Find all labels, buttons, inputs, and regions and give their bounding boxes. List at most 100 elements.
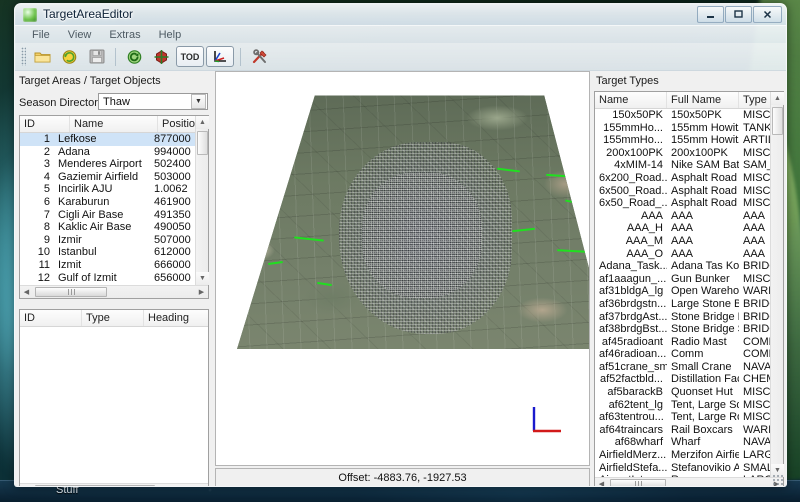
table-row[interactable]: AAA_H AAA AAA <box>595 222 783 235</box>
column-header-name[interactable]: Name <box>70 116 158 132</box>
tod-button[interactable]: TOD <box>176 46 204 67</box>
target-areas-hscrollbar[interactable]: ◀ ▶ <box>20 285 208 298</box>
season-directory-select[interactable]: Thaw ▼ <box>98 93 208 110</box>
table-row[interactable]: af5barackB Quonset Hut MISC <box>595 386 783 399</box>
table-row[interactable]: 4xMIM-14 Nike SAM Battery SAM_L <box>595 159 783 172</box>
table-row[interactable]: af52factbld... Distillation Facil... CHEM <box>595 373 783 386</box>
scroll-left-icon[interactable]: ◀ <box>20 484 33 486</box>
vscroll-thumb[interactable] <box>197 131 208 155</box>
column-header-tt-fullname[interactable]: Full Name <box>667 92 739 108</box>
save-button[interactable] <box>84 45 109 69</box>
close-button[interactable] <box>753 6 782 23</box>
table-row[interactable]: 1 Lefkose 877000 <box>20 133 208 146</box>
table-row[interactable]: af68wharf Wharf NAVAL <box>595 436 783 449</box>
table-row[interactable]: 3 Menderes Airport 502400 <box>20 158 208 171</box>
hscroll-thumb[interactable] <box>35 287 107 297</box>
table-row[interactable]: 10 Istanbul 612000 <box>20 246 208 259</box>
table-row-cell-full_name: Small Crane <box>671 360 732 373</box>
table-row-cell-name: AAA_O <box>626 247 663 260</box>
table-row[interactable]: 8 Kaklic Air Base 490050 <box>20 221 208 234</box>
table-row[interactable]: af45radioant Radio Mast COMM <box>595 336 783 349</box>
minimize-button[interactable] <box>697 6 724 23</box>
table-row[interactable]: AirfieldStefa... Stefanovikio Air... SMALL <box>595 462 783 475</box>
table-row[interactable]: 155mmHo... 155mm Howitzer ARTILL <box>595 134 783 147</box>
table-row[interactable]: af46radioan... Comm COMM <box>595 348 783 361</box>
table-row[interactable]: 6x200_Road... Asphalt Road MISC <box>595 172 783 185</box>
column-header-obj-id[interactable]: ID <box>20 310 82 326</box>
target-areas-vscrollbar[interactable]: ▲ ▼ <box>195 116 209 285</box>
table-row[interactable]: 200x100PK 200x100PK MISC <box>595 147 783 160</box>
table-row-cell-position: 507000 <box>154 233 191 246</box>
open-folder-button[interactable] <box>30 45 55 69</box>
table-row[interactable]: 6x50_Road_... Asphalt Road MISC <box>595 197 783 210</box>
table-row[interactable]: Adana_Task... Adana Tas Kopru BRIDG <box>595 260 783 273</box>
scroll-right-icon[interactable]: ▶ <box>195 286 208 298</box>
reload-button[interactable] <box>57 45 82 69</box>
table-row-cell-position: 877000 <box>154 133 191 145</box>
scroll-left-icon[interactable]: ◀ <box>595 478 608 486</box>
table-row[interactable]: af31bldgA_lg Open Warehouse WAREH <box>595 285 783 298</box>
target-types-vscrollbar[interactable]: ▲ ▼ <box>770 92 784 477</box>
vscroll-thumb[interactable] <box>772 107 783 135</box>
table-row[interactable]: AirfieldMerz... Merzifon Airfield LARGE <box>595 449 783 462</box>
table-row[interactable]: af38brdgBst... Stone Bridge Sp... BRIDG <box>595 323 783 336</box>
scroll-up-icon[interactable]: ▲ <box>196 116 209 129</box>
hscroll-thumb[interactable] <box>35 485 155 486</box>
table-row-cell-full_name: AAA <box>671 209 694 222</box>
scroll-left-icon[interactable]: ◀ <box>20 286 33 298</box>
table-row[interactable]: af36brdgstn... Large Stone Bri... BRIDG <box>595 298 783 311</box>
menu-item-extras[interactable]: Extras <box>100 28 149 42</box>
column-header-id[interactable]: ID <box>20 116 70 132</box>
table-row[interactable]: 7 Cigli Air Base 491350 <box>20 209 208 222</box>
scroll-right-icon[interactable]: ▶ <box>195 484 208 486</box>
target-areas-group-label: Target Areas / Target Objects <box>19 75 161 87</box>
import-button[interactable] <box>122 45 147 69</box>
table-row[interactable]: 2 Adana 994000 <box>20 146 208 159</box>
table-row[interactable]: 5 Incirlik AJU 1.0062 <box>20 183 208 196</box>
table-row[interactable]: AAA_O AAA AAA <box>595 248 783 261</box>
target-objects-hscrollbar[interactable]: ◀ ▶ <box>20 483 208 486</box>
toolbar-grip[interactable] <box>21 47 26 66</box>
menu-item-file[interactable]: File <box>23 28 59 42</box>
table-row[interactable]: AAA_M AAA AAA <box>595 235 783 248</box>
hscroll-thumb[interactable] <box>610 479 666 486</box>
table-row[interactable]: af1aaagun_... Gun Bunker MISC <box>595 273 783 286</box>
column-header-obj-type[interactable]: Type <box>82 310 144 326</box>
column-header-obj-heading[interactable]: Heading <box>144 310 206 326</box>
maximize-button[interactable] <box>725 6 752 23</box>
table-row[interactable]: af37brdgAst... Stone Bridge Ra... BRIDG <box>595 311 783 324</box>
table-row[interactable]: 150x50PK 150x50PK MISC <box>595 109 783 122</box>
table-row-cell-name: af62tent_lg <box>608 398 663 411</box>
table-row[interactable]: AAA AAA AAA <box>595 210 783 223</box>
green-arrow-circle-icon <box>127 49 142 64</box>
tools-button[interactable] <box>247 45 272 69</box>
table-row[interactable]: 11 Izmit 666000 <box>20 259 208 272</box>
terrain-quad[interactable] <box>237 95 589 349</box>
resize-grip[interactable] <box>772 474 784 486</box>
chevron-down-icon[interactable]: ▼ <box>191 94 206 109</box>
table-row[interactable]: af51crane_sm Small Crane NAVAL <box>595 361 783 374</box>
object-button[interactable] <box>149 45 174 69</box>
target-areas-list[interactable]: ID Name Position 1 Lefkose 877000 2 Adana 994… <box>19 115 209 299</box>
table-row[interactable]: 155mmHo... 155mm Howitzer TANK <box>595 122 783 135</box>
scroll-down-icon[interactable]: ▼ <box>196 272 209 285</box>
menu-item-help[interactable]: Help <box>150 28 191 42</box>
table-row[interactable]: 12 Gulf of Izmit 656000 <box>20 272 208 285</box>
table-row[interactable]: 9 Izmir 507000 <box>20 234 208 247</box>
menu-item-view[interactable]: View <box>59 28 101 42</box>
target-types-hscrollbar[interactable]: ◀ ▶ <box>595 477 783 486</box>
table-row[interactable]: 4 Gaziemir Airfield 503000 <box>20 171 208 184</box>
table-row[interactable]: af62tent_lg Tent, Large Squ... MISC <box>595 399 783 412</box>
target-objects-list[interactable]: ID Type Heading ◀ ▶ <box>19 309 209 486</box>
toolbar: TOD <box>15 43 786 71</box>
axis-view-button[interactable] <box>206 46 234 67</box>
table-row[interactable]: af63tentrou... Tent, Large Rou... MISC <box>595 411 783 424</box>
scroll-up-icon[interactable]: ▲ <box>771 92 784 105</box>
table-row[interactable]: 6x500_Road... Asphalt Road MISC <box>595 185 783 198</box>
table-row[interactable]: 6 Karaburun 461900 <box>20 196 208 209</box>
column-header-tt-name[interactable]: Name <box>595 92 667 108</box>
table-row[interactable]: af64traincars Rail Boxcars WAREH <box>595 424 783 437</box>
column-header-tt-type[interactable]: Type <box>739 92 771 108</box>
terrain-3d-view[interactable] <box>215 71 590 466</box>
target-types-list[interactable]: Name Full Name Type 150x50PK 150x50PK MISC… <box>594 91 784 486</box>
